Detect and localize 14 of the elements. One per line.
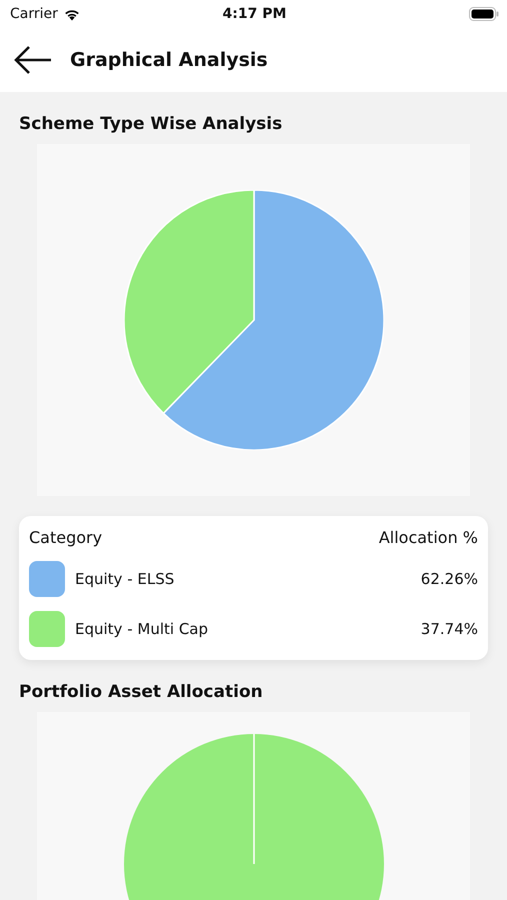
column-header: Category xyxy=(29,528,102,546)
allocation-value: 62.26% xyxy=(420,570,478,588)
allocation-value: 37.74% xyxy=(420,620,478,638)
section-title: Portfolio Asset Allocation xyxy=(19,682,264,702)
category-label: Equity - ELSS xyxy=(75,570,176,588)
clock-time: 4:17 PM xyxy=(222,6,286,22)
wifi-icon xyxy=(62,8,81,20)
battery-icon xyxy=(468,7,499,21)
back-arrow-icon[interactable] xyxy=(14,45,52,75)
section-title: Scheme Type Wise Analysis xyxy=(19,114,284,134)
column-header: Allocation % xyxy=(378,528,478,546)
page-title: Graphical Analysis xyxy=(70,49,268,71)
category-label: Equity - Multi Cap xyxy=(75,620,210,638)
carrier-label: Carrier xyxy=(10,6,58,22)
